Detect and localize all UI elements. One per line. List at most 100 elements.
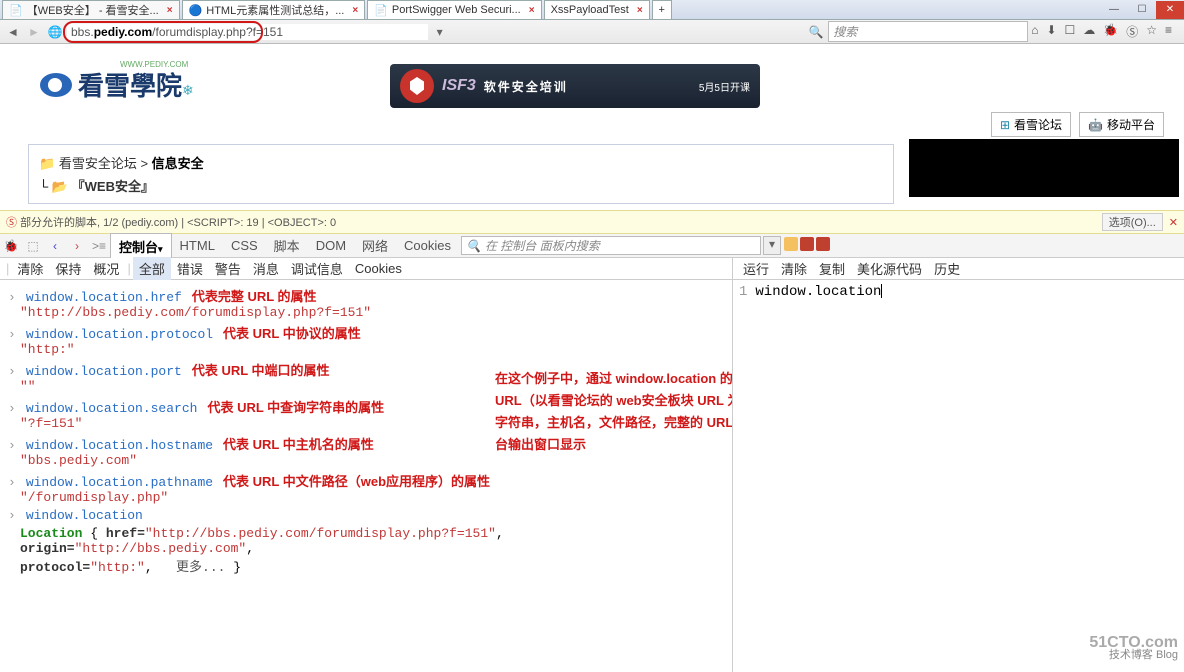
firebug-icon[interactable]: 🐞 — [0, 234, 22, 257]
close-button[interactable]: ✕ — [1156, 1, 1184, 19]
command[interactable]: window.location — [26, 508, 143, 523]
page-content: WWW.PEDIY.COM 看雪學院❄ ISF3 软件安全培训 5月5日开课 ⊞… — [0, 44, 1184, 210]
platform-buttons: ⊞看雪论坛 🤖移动平台 — [991, 112, 1164, 137]
page-icon: 🔵 — [189, 4, 203, 17]
command[interactable]: window.location.protocol — [26, 327, 213, 342]
command[interactable]: window.location.hostname — [26, 438, 213, 453]
tab-script[interactable]: 脚本 — [266, 233, 308, 258]
android-icon: 🤖 — [1088, 118, 1103, 132]
tab-0[interactable]: 📄【WEB安全】 - 看雪安全...× — [2, 0, 180, 19]
page-icon: 📄 — [374, 4, 388, 17]
site-logo[interactable]: WWW.PEDIY.COM 看雪學院❄ — [40, 66, 194, 103]
tab-cookies[interactable]: Cookies — [396, 235, 459, 256]
sub-clear[interactable]: 清除 — [11, 257, 49, 280]
back-button[interactable]: ◄ — [4, 23, 22, 41]
search-input[interactable]: 搜索 — [828, 21, 1028, 42]
command[interactable]: window.location.port — [26, 364, 182, 379]
annotation: 代表 URL 中主机名的属性 — [223, 437, 374, 452]
tab-dom[interactable]: DOM — [308, 235, 354, 256]
inspect-icon[interactable]: ⬚ — [22, 234, 44, 257]
back-icon[interactable]: ‹ — [44, 234, 66, 257]
sub-debug[interactable]: 调试信息 — [285, 257, 349, 280]
dropdown-icon[interactable]: ▾ — [431, 23, 449, 41]
ad-banner[interactable]: ISF3 软件安全培训 5月5日开课 — [390, 64, 760, 108]
forward-button[interactable]: ► — [25, 23, 43, 41]
close-icon[interactable]: × — [529, 5, 535, 16]
tab-html[interactable]: HTML — [172, 235, 223, 256]
sub-errors[interactable]: 错误 — [171, 257, 209, 280]
breadcrumb: 📁 看雪安全论坛 > 信息安全 └ 📂 『WEB安全』 — [28, 144, 894, 204]
sub-persist[interactable]: 保持 — [49, 257, 87, 280]
sub-cookies[interactable]: Cookies — [349, 259, 408, 278]
command-editor[interactable]: 1window.location — [732, 280, 1184, 672]
search-dropdown[interactable]: ▾ — [763, 236, 781, 255]
url-input[interactable]: bbs.pediy.com/forumdisplay.php?f=151 — [67, 24, 428, 40]
search-icon: 🔍 — [466, 239, 481, 253]
sub-info[interactable]: 消息 — [247, 257, 285, 280]
location-object: Location { href="http://bbs.pediy.com/fo… — [20, 526, 724, 575]
tab-net[interactable]: 网络 — [354, 233, 396, 258]
search-icon: 🔍 — [807, 23, 825, 41]
windows-forum-button[interactable]: ⊞看雪论坛 — [991, 112, 1071, 137]
command[interactable]: window.location.href — [26, 290, 182, 305]
console-output[interactable]: › window.location.href代表完整 URL 的属性"http:… — [0, 280, 732, 672]
minimize-button[interactable]: — — [1100, 1, 1128, 19]
window-controls: — ☐ ✕ — [1100, 1, 1184, 19]
popout-icon[interactable] — [800, 237, 814, 251]
sub-copy[interactable]: 复制 — [813, 257, 851, 280]
sub-warnings[interactable]: 警告 — [209, 257, 247, 280]
annotation: 代表完整 URL 的属性 — [192, 289, 317, 304]
black-panel — [909, 139, 1179, 197]
forward-icon[interactable]: › — [66, 234, 88, 257]
tab-css[interactable]: CSS — [223, 235, 266, 256]
folder-icon: 📂 — [52, 179, 68, 194]
identity-icon[interactable]: 🌐 — [46, 23, 64, 41]
sub-run[interactable]: 运行 — [737, 257, 775, 280]
star-icon[interactable]: ☆ — [1146, 23, 1157, 40]
tab-2[interactable]: 📄PortSwigger Web Securi...× — [367, 0, 541, 19]
watermark: 51CTO.com 技术博客 Blog — [1089, 636, 1178, 662]
address-bar: ◄ ► 🌐 bbs.pediy.com/forumdisplay.php?f=1… — [0, 20, 1184, 44]
sub-all[interactable]: 全部 — [133, 257, 171, 280]
shield-icon — [400, 69, 434, 103]
noscript-icon[interactable]: Ⓢ — [1126, 23, 1138, 40]
feed-icon[interactable]: ☁ — [1083, 23, 1095, 40]
new-tab-button[interactable]: + — [652, 0, 672, 19]
tab-console[interactable]: 控制台▾ — [110, 233, 172, 260]
tab-1[interactable]: 🔵HTML元素属性测试总结，...× — [182, 0, 366, 19]
mobile-button[interactable]: 🤖移动平台 — [1079, 112, 1164, 137]
close-icon[interactable]: ✕ — [1169, 216, 1178, 229]
bookmark-icon[interactable]: ☐ — [1065, 23, 1076, 40]
command[interactable]: window.location.pathname — [26, 475, 213, 490]
home-icon[interactable]: ⌂ — [1031, 23, 1038, 40]
command[interactable]: window.location.search — [26, 401, 198, 416]
cmd-icon[interactable]: >≡ — [88, 234, 110, 257]
annotation-text: 在这个例子中，通过 window.location 的各个成员属性的值，获取当前… — [495, 368, 732, 456]
close-icon[interactable]: × — [637, 5, 643, 16]
maximize-button[interactable]: ☐ — [1128, 1, 1156, 19]
result: "/forumdisplay.php" — [20, 490, 724, 505]
result: "http://bbs.pediy.com/forumdisplay.php?f… — [20, 305, 724, 320]
sub-clear[interactable]: 清除 — [775, 257, 813, 280]
page-icon: 📄 — [9, 4, 23, 17]
firebug-icon[interactable]: 🐞 — [1103, 23, 1118, 40]
close-icon[interactable] — [816, 237, 830, 251]
close-icon[interactable]: × — [352, 5, 358, 16]
windows-icon: ⊞ — [1000, 118, 1010, 132]
minimize-icon[interactable] — [784, 237, 798, 251]
eye-icon — [40, 73, 72, 97]
cmd-subbar: 运行 清除 复制 美化源代码 历史 — [732, 258, 1184, 280]
sub-pretty[interactable]: 美化源代码 — [851, 257, 928, 280]
menu-icon[interactable]: ≡ — [1165, 23, 1172, 40]
close-icon[interactable]: × — [167, 5, 173, 16]
sub-profile[interactable]: 概况 — [87, 257, 125, 280]
tab-3[interactable]: XssPayloadTest× — [544, 0, 650, 19]
firebug-search[interactable]: 🔍在 控制台 面板内搜索 — [461, 236, 761, 255]
download-icon[interactable]: ⬇ — [1046, 23, 1056, 40]
console-entry: › window.location.pathname代表 URL 中文件路径（w… — [8, 471, 724, 505]
sub-history[interactable]: 历史 — [928, 257, 966, 280]
annotation: 代表 URL 中文件路径（web应用程序）的属性 — [223, 474, 490, 489]
noscript-bar: Ⓢ 部分允许的脚本, 1/2 (pediy.com) | <SCRIPT>: 1… — [0, 210, 1184, 234]
options-button[interactable]: 选项(O)... — [1102, 213, 1163, 231]
firebug-window-controls — [781, 234, 833, 257]
